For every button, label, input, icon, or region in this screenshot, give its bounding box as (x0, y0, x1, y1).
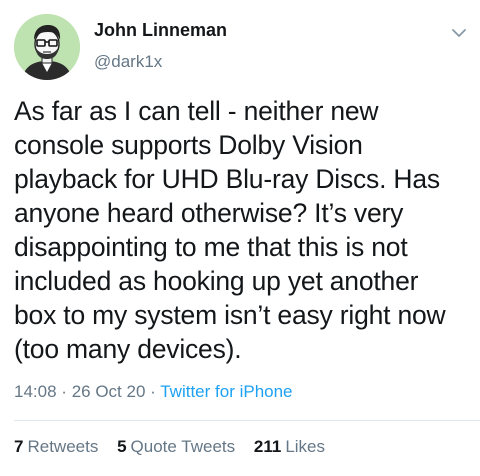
chevron-down-icon[interactable] (448, 22, 470, 44)
quote-tweets-stat[interactable]: 5 Quote Tweets (117, 437, 235, 457)
author-handle[interactable]: @dark1x (94, 52, 162, 72)
avatar-illustration (14, 14, 80, 80)
tweet-text: As far as I can tell - neither new conso… (14, 96, 446, 364)
meta-separator: · (150, 382, 156, 401)
likes-label: Likes (285, 437, 325, 456)
retweets-count: 7 (14, 437, 24, 456)
likes-count: 211 (253, 437, 282, 456)
retweets-stat[interactable]: 7 Retweets (14, 437, 98, 457)
tweet-meta: 14:08 · 26 Oct 20 · Twitter for iPhone (14, 382, 293, 402)
tweet-time[interactable]: 14:08 (14, 382, 57, 401)
tweet-date[interactable]: 26 Oct 20 (72, 382, 146, 401)
tweet-stats: 7 Retweets 5 Quote Tweets 211 Likes (14, 437, 339, 457)
author-display-name[interactable]: John Linneman (94, 20, 227, 41)
quote-tweets-count: 5 (117, 437, 127, 456)
tweet-card: John Linneman @dark1x As far as I can te… (0, 0, 480, 476)
tweet-source-link[interactable]: Twitter for iPhone (160, 382, 292, 401)
meta-separator: · (61, 382, 67, 401)
divider (14, 420, 480, 421)
avatar[interactable] (14, 14, 80, 80)
quote-tweets-label: Quote Tweets (130, 437, 236, 456)
retweets-label: Retweets (27, 437, 99, 456)
likes-stat[interactable]: 211 Likes (254, 437, 325, 457)
